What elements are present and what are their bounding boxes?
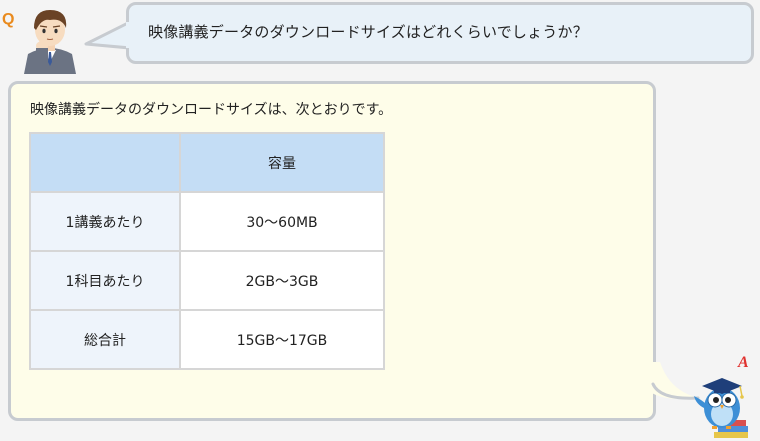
- question-tail-joint: [126, 22, 134, 48]
- table-row: 1科目あたり 2GB～3GB: [29, 250, 385, 311]
- row-value: 30～60MB: [179, 191, 385, 252]
- table-row: 1講義あたり 30～60MB: [29, 191, 385, 252]
- download-size-table: 容量 1講義あたり 30～60MB 1科目あたり 2GB～3GB 総合計 15G…: [29, 132, 385, 370]
- row-value: 15GB～17GB: [179, 309, 385, 370]
- graduate-owl-icon: [694, 378, 748, 438]
- table-header-capacity: 容量: [179, 132, 385, 193]
- row-label: 1科目あたり: [29, 250, 181, 311]
- table-header-corner: [29, 132, 181, 193]
- question-text: 映像講義データのダウンロードサイズはどれくらいでしょうか？: [148, 23, 588, 41]
- table-header-row: 容量: [29, 132, 385, 193]
- row-label: 総合計: [29, 309, 181, 370]
- answer-text: 映像講義データのダウンロードサイズは、次とおりです。: [30, 102, 393, 118]
- table-row: 総合計 15GB～17GB: [29, 309, 385, 370]
- row-label: 1講義あたり: [29, 191, 181, 252]
- row-value: 2GB～3GB: [179, 250, 385, 311]
- thinking-man-icon: [24, 10, 76, 74]
